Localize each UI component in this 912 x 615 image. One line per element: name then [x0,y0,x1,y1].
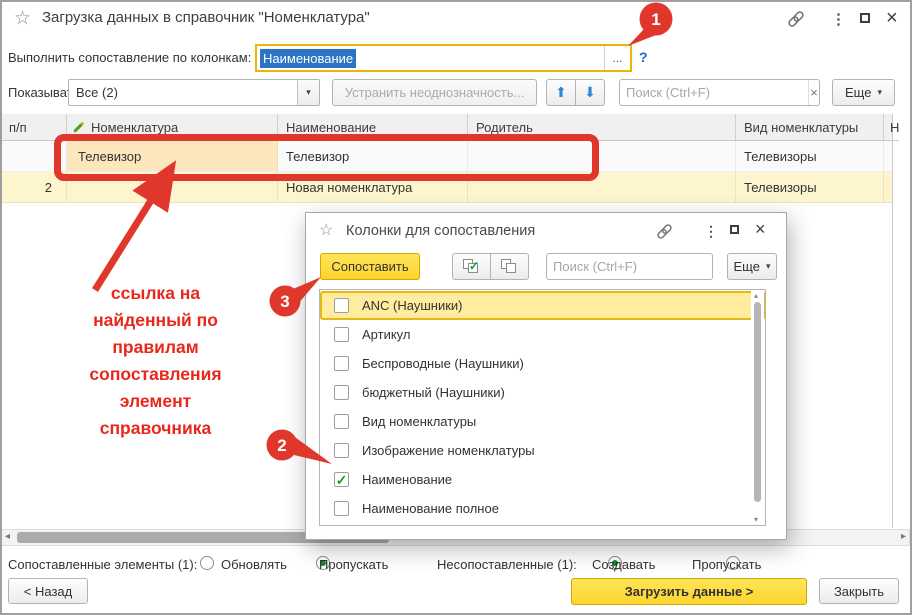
arrow-up-icon: ⬆ [555,84,567,101]
chevron-down-icon: ▾ [766,261,771,272]
window-title: Загрузка данных в справочник "Номенклату… [42,9,370,26]
checkbox-icon[interactable]: ✓ [334,385,349,400]
scroll-up-icon[interactable]: ▴ [754,291,758,300]
balloon-1-number: 1 [651,10,660,29]
balloon-2-number: 2 [277,436,286,455]
mapping-label: Выполнить сопоставление по колонкам: [8,50,251,65]
check-all-button[interactable]: ✓ [452,253,491,280]
column-option[interactable]: ✓ Артикул [320,320,765,349]
close-button[interactable]: Закрыть [819,578,899,604]
main-titlebar: ☆ Загрузка данных в справочник "Номенкла… [0,0,912,38]
dialog-title: Колонки для сопоставления [346,223,535,239]
dialog-more-button-label: Еще [734,259,760,274]
arrow-down-icon: ⬇ [584,84,596,101]
more-vert-icon[interactable]: ⋮ [831,10,846,28]
move-down-button[interactable]: ⬇ [575,79,605,106]
columns-list: ✓ ANC (Наушники) ✓ Артикул ✓ Беспроводны… [319,289,766,526]
unmatched-label: Несопоставленные (1): [437,557,577,572]
dialog-search: × [546,253,713,280]
dialog-favorite-star-icon[interactable]: ☆ [319,223,333,239]
dialog-close-icon[interactable]: × [755,220,766,238]
uncheck-all-button[interactable] [490,253,529,280]
checkbox-icon[interactable]: ✓ [334,356,349,371]
col-header-cutoff[interactable]: Н [884,114,899,141]
checkbox-checked-icon[interactable]: ✓ [334,472,349,487]
unmatched-create-label[interactable]: Создавать [592,557,655,572]
column-option[interactable]: ✓ Изображение номенклатуры [320,436,765,465]
columns-dialog: ☆ Колонки для сопоставления ⋮ × Сопостав… [305,212,787,540]
scroll-right-icon[interactable]: ▸ [901,531,906,542]
column-option[interactable]: ✓ Наименование полное [320,494,765,523]
cell-kind: Телевизоры [736,141,884,171]
column-option[interactable]: ✓ Вид номенклатуры [320,407,765,436]
more-button[interactable]: Еще ▾ [832,79,895,106]
dialog-search-input[interactable] [547,254,735,279]
favorite-star-icon[interactable]: ☆ [14,9,31,28]
checkbox-icon[interactable]: ✓ [334,327,349,342]
balloon-3-number: 3 [280,292,289,311]
column-option[interactable]: ✓ Беспроводные (Наушники) [320,349,765,378]
disambiguate-button[interactable]: Устранить неоднозначность... [332,79,537,106]
matched-update-radio[interactable] [200,556,214,570]
more-button-label: Еще [845,85,871,100]
dialog-maximize-icon[interactable] [730,225,739,234]
matched-label: Сопоставленные элементы (1): [8,557,197,572]
dialog-more-vert-icon[interactable]: ⋮ [704,223,718,240]
mapping-selected-value: Наименование [260,49,356,68]
check-all-icon: ✓ [463,259,480,274]
list-scrollbar[interactable]: ▴ ▾ [751,291,764,524]
search-clear-button[interactable]: × [808,80,819,105]
close-icon[interactable]: × [886,8,898,28]
col-header-kind[interactable]: Вид номенклатуры [736,114,884,141]
dialog-link-icon[interactable] [656,224,673,239]
back-button[interactable]: < Назад [8,578,88,604]
load-data-button[interactable]: Загрузить данные > [571,578,807,605]
cell-kind: Телевизоры [736,172,884,202]
show-filter-value: Все (2) [69,80,297,105]
column-option[interactable]: ✓ ANC (Наушники) [320,291,765,320]
matched-update-label[interactable]: Обновлять [221,557,287,572]
annotation-balloon-1: 1 [620,1,682,53]
scroll-down-icon[interactable]: ▾ [754,515,758,524]
map-button[interactable]: Сопоставить [320,253,420,280]
dialog-more-button[interactable]: Еще ▾ [727,253,777,280]
column-option[interactable]: ✓ бюджетный (Наушники) [320,378,765,407]
uncheck-all-icon [501,259,518,274]
unmatched-skip-label[interactable]: Пропускать [692,557,761,572]
move-up-button[interactable]: ⬆ [546,79,576,106]
table-search: × [619,79,820,106]
annotation-note: ссылка на найденный по правилам сопостав… [48,280,263,442]
annotation-balloon-3: 3 [263,272,327,322]
pencil-icon [72,121,85,134]
mapping-columns-field[interactable]: Наименование ... [255,44,632,72]
maximize-icon[interactable] [860,13,870,23]
annotation-balloon-2: 2 [262,427,342,473]
checkbox-icon[interactable]: ✓ [334,501,349,516]
column-option[interactable]: ✓ Наименование [320,465,765,494]
checkbox-icon[interactable]: ✓ [334,298,349,313]
annotation-arrow [55,160,185,300]
list-scrollbar-thumb[interactable] [754,302,761,502]
scroll-left-icon[interactable]: ◂ [5,531,10,542]
show-filter-select[interactable]: Все (2) ▾ [68,79,320,106]
matched-skip-label[interactable]: Пропускать [319,557,388,572]
search-input[interactable] [620,80,808,105]
show-filter-dropdown-button[interactable]: ▾ [297,80,319,105]
chevron-down-icon: ▾ [306,87,311,98]
link-icon[interactable] [787,11,805,27]
chevron-down-icon: ▾ [877,87,882,98]
